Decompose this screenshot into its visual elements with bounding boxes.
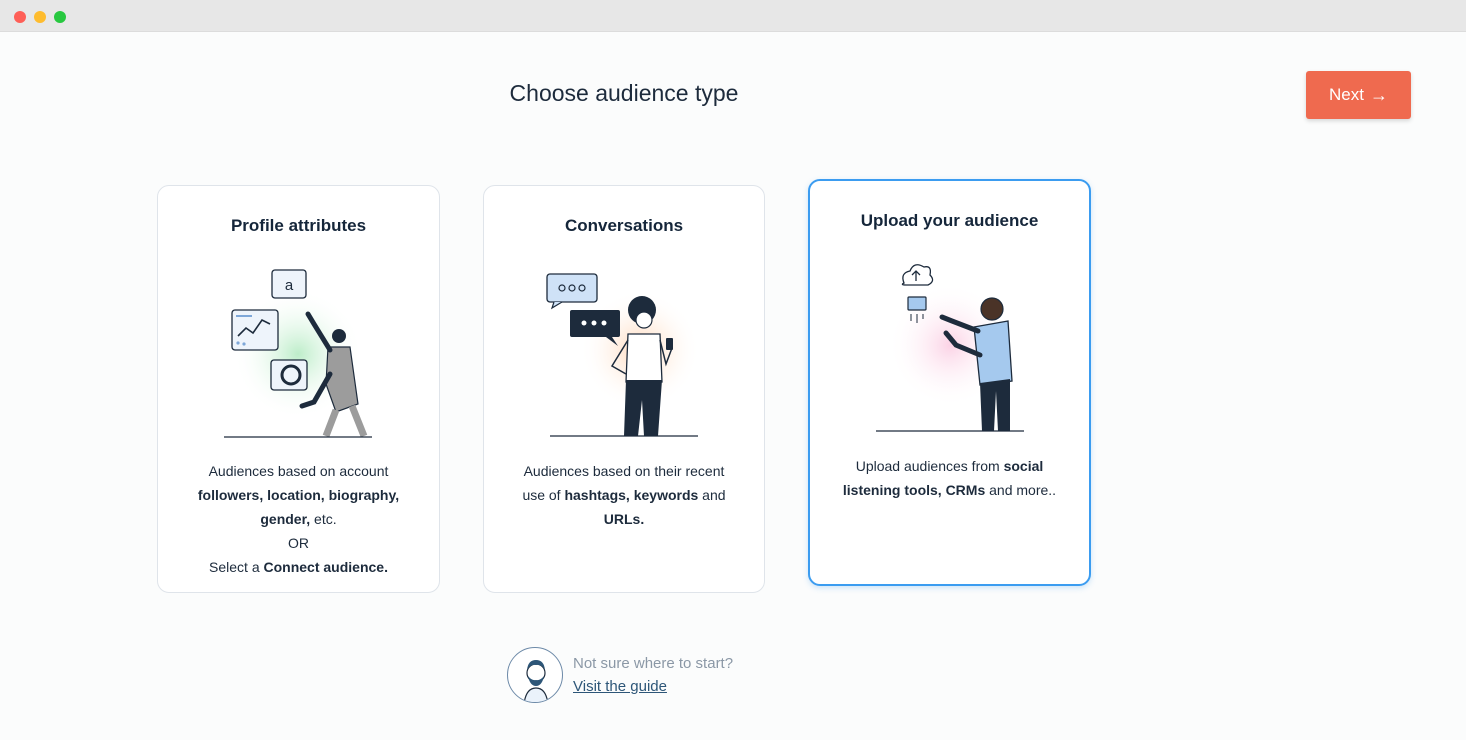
minimize-window-button[interactable] [34, 11, 46, 23]
next-button[interactable]: Next → [1306, 71, 1411, 119]
help-section: Not sure where to start? Visit the guide [507, 647, 807, 703]
card-title: Profile attributes [230, 216, 367, 235]
card-description: Audiences based on account followers, lo… [178, 459, 419, 579]
desc-line: Upload audiences from social [855, 458, 1044, 474]
desc-line: URLs. [603, 511, 645, 527]
desc-line: OR [288, 535, 309, 551]
desc-line: use of hashtags, keywords and [522, 487, 726, 503]
desc-line: gender, etc. [260, 511, 337, 527]
card-upload-audience[interactable]: Upload your audience Upload audiences fr… [808, 179, 1091, 586]
card-profile-attributes[interactable]: Profile attributes a Audiences based on … [157, 185, 440, 593]
cloud-upload-illustration [876, 264, 1024, 432]
page-title: Choose audience type [509, 80, 739, 106]
arrow-right-icon: → [1369, 84, 1388, 105]
desc-line: Audiences based on account [208, 463, 389, 479]
desc-line: followers, location, biography, [197, 487, 400, 503]
card-title: Upload your audience [860, 211, 1039, 230]
svg-text:a: a [285, 277, 294, 294]
maximize-window-button[interactable] [54, 11, 66, 23]
card-description: Audiences based on their recent use of h… [504, 459, 744, 531]
guide-avatar-icon [507, 647, 563, 703]
visit-guide-link[interactable]: Visit the guide [573, 678, 667, 695]
help-question: Not sure where to start? [573, 655, 734, 672]
window-titlebar [0, 0, 1466, 32]
card-title: Conversations [564, 216, 684, 235]
desc-line: listening tools, CRMs and more.. [842, 482, 1057, 498]
chat-bubbles-illustration [546, 273, 700, 437]
card-description: Upload audiences from social listening t… [830, 454, 1069, 502]
close-window-button[interactable] [14, 11, 26, 23]
next-button-label: Next [1329, 85, 1364, 104]
card-conversations[interactable]: Conversations Audiences based on their r… [483, 185, 765, 593]
desc-line: Select a Connect audience. [209, 559, 388, 575]
desc-line: Audiences based on their recent [523, 463, 725, 479]
analytics-figure-illustration: a [224, 269, 372, 438]
